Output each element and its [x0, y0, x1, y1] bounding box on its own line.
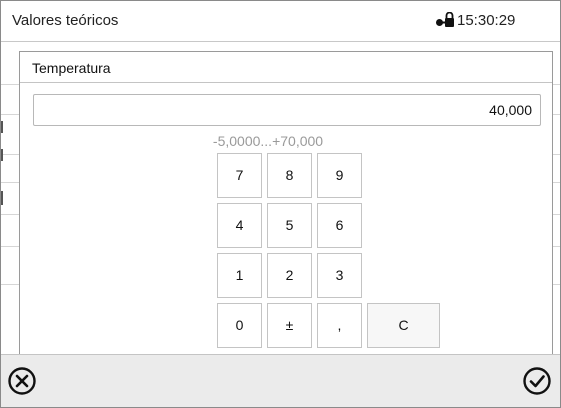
background-marker — [1, 121, 3, 133]
circle-check-icon — [522, 366, 552, 396]
key-plus-minus[interactable]: ± — [267, 303, 312, 348]
key-4[interactable]: 4 — [217, 203, 262, 248]
key-3[interactable]: 3 — [317, 253, 362, 298]
key-0[interactable]: 0 — [217, 303, 262, 348]
screen-title: Valores teóricos — [12, 12, 119, 29]
key-2[interactable]: 2 — [267, 253, 312, 298]
allowed-range-hint: -5,0000...+70,000 — [212, 133, 324, 149]
background-marker — [1, 149, 3, 161]
key-clear[interactable]: C — [367, 303, 440, 348]
status-bar: Valores teóricos 15:30:29 — [1, 1, 560, 42]
circle-x-icon — [7, 366, 37, 396]
key-9[interactable]: 9 — [317, 153, 362, 198]
screen: Valores teóricos 15:30:29 Temperatura 40… — [0, 0, 561, 408]
action-bar — [1, 354, 560, 407]
temperature-value-field[interactable]: 40,000 — [33, 94, 541, 126]
clock-time: 15:30:29 — [457, 12, 516, 29]
key-8[interactable]: 8 — [267, 153, 312, 198]
lock-key-icon — [435, 11, 455, 29]
dialog-header: Temperatura — [20, 52, 552, 83]
key-7[interactable]: 7 — [217, 153, 262, 198]
cancel-button[interactable] — [7, 366, 37, 396]
background-marker — [1, 191, 3, 205]
key-1[interactable]: 1 — [217, 253, 262, 298]
key-5[interactable]: 5 — [267, 203, 312, 248]
dialog-title: Temperatura — [32, 60, 111, 76]
key-6[interactable]: 6 — [317, 203, 362, 248]
key-comma[interactable]: , — [317, 303, 362, 348]
confirm-button[interactable] — [522, 366, 552, 396]
